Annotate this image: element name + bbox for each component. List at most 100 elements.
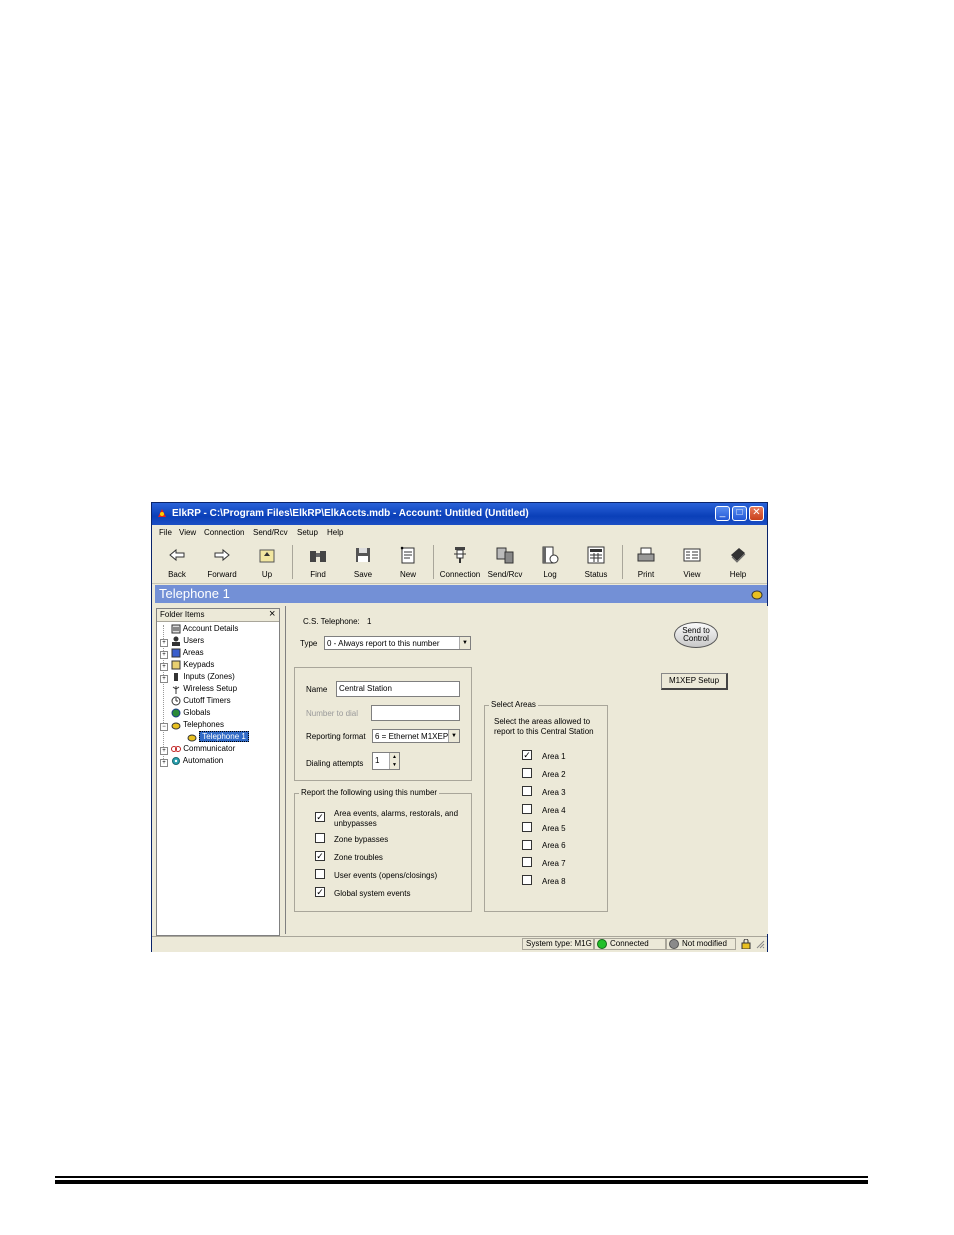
report-group-title: Report the following using this number bbox=[299, 788, 440, 797]
areas-icon bbox=[171, 648, 181, 658]
send-to-control-button[interactable]: Send to Control bbox=[674, 622, 718, 648]
close-button[interactable]: ✕ bbox=[749, 506, 764, 521]
status-modified: Not modified bbox=[666, 938, 736, 950]
toolbar: Back Forward Up Find Save New Connection bbox=[152, 541, 767, 584]
select-areas-description: Select the areas allowed to report to th… bbox=[494, 717, 594, 736]
help-book-icon bbox=[731, 548, 746, 563]
printer-icon bbox=[637, 547, 655, 562]
view-button[interactable]: View bbox=[680, 545, 704, 579]
folder-pane-title: Folder Items bbox=[160, 610, 205, 619]
report-user-events-checkbox[interactable] bbox=[315, 869, 325, 879]
tree-item-inputs[interactable]: Inputs (Zones) bbox=[171, 672, 235, 682]
status-bar: System type: M1G Connected Not modified bbox=[152, 936, 767, 952]
expand-communicator-icon[interactable]: + bbox=[160, 747, 168, 755]
sendrcv-button[interactable]: Send/Rcv bbox=[487, 545, 523, 579]
tree-item-keypads[interactable]: Keypads bbox=[171, 660, 214, 670]
expand-keypads-icon[interactable]: + bbox=[160, 663, 168, 671]
folder-pane-close-icon[interactable]: × bbox=[269, 608, 275, 620]
back-button[interactable]: Back bbox=[162, 545, 192, 579]
m1xep-setup-button[interactable]: M1XEP Setup bbox=[661, 673, 728, 690]
content-pane: C.S. Telephone: 1 Type 0 - Always report… bbox=[285, 606, 768, 934]
help-button[interactable]: Help bbox=[726, 545, 750, 579]
menu-help[interactable]: Help bbox=[327, 528, 343, 537]
new-button[interactable]: New bbox=[396, 545, 420, 579]
collapse-telephones-icon[interactable]: − bbox=[160, 723, 168, 731]
print-button[interactable]: Print bbox=[634, 545, 658, 579]
menu-file[interactable]: File bbox=[159, 528, 172, 537]
status-panel-icon bbox=[587, 546, 605, 564]
app-icon bbox=[156, 507, 168, 519]
reporting-format-label: Reporting format bbox=[306, 732, 366, 741]
status-button[interactable]: Status bbox=[582, 545, 610, 579]
forward-button[interactable]: Forward bbox=[204, 545, 240, 579]
tree-item-telephones[interactable]: Telephones bbox=[171, 720, 224, 730]
tree-item-account-details[interactable]: Account Details bbox=[171, 624, 238, 634]
area-7-checkbox[interactable] bbox=[522, 857, 532, 867]
expand-inputs-icon[interactable]: + bbox=[160, 675, 168, 683]
title-bar[interactable]: ElkRP - C:\Program Files\ElkRP\ElkAccts.… bbox=[152, 503, 767, 525]
menu-bar: File View Connection Send/Rcv Setup Help bbox=[152, 525, 767, 541]
tree-item-cutoff-timers[interactable]: Cutoff Timers bbox=[171, 696, 231, 706]
area-6-checkbox[interactable] bbox=[522, 840, 532, 850]
stepper-up-icon[interactable]: ▲ bbox=[389, 753, 399, 761]
expand-users-icon[interactable]: + bbox=[160, 639, 168, 647]
tree-item-telephone-1[interactable]: Telephone 1 bbox=[187, 731, 249, 743]
menu-connection[interactable]: Connection bbox=[204, 528, 244, 537]
tree-item-automation[interactable]: Automation bbox=[171, 756, 223, 766]
type-dropdown[interactable]: 0 - Always report to this number ▼ bbox=[324, 636, 471, 650]
folder-pane-header: Folder Items × bbox=[157, 608, 279, 622]
reporting-format-dropdown[interactable]: 6 = Ethernet M1XEP ▼ bbox=[372, 729, 460, 743]
save-button[interactable]: Save bbox=[350, 545, 376, 579]
up-folder-icon bbox=[259, 549, 275, 563]
dialing-attempts-stepper[interactable]: 1 ▲ ▼ bbox=[372, 752, 400, 770]
name-field[interactable]: Central Station bbox=[336, 681, 460, 697]
area-1-checkbox[interactable]: ✓ bbox=[522, 750, 532, 760]
back-arrow-icon bbox=[169, 548, 185, 562]
connection-button[interactable]: Connection bbox=[438, 545, 482, 579]
toolbar-separator bbox=[292, 545, 293, 579]
chevron-down-icon[interactable]: ▼ bbox=[448, 730, 459, 742]
cs-telephone-label: C.S. Telephone: bbox=[303, 617, 360, 626]
inputs-icon bbox=[174, 673, 178, 681]
area-5-checkbox[interactable] bbox=[522, 822, 532, 832]
wireless-antenna-icon bbox=[172, 686, 180, 694]
tree-item-areas[interactable]: Areas bbox=[171, 648, 204, 658]
menu-sendrcv[interactable]: Send/Rcv bbox=[253, 528, 288, 537]
resize-grip-icon[interactable] bbox=[755, 939, 765, 949]
connected-indicator-icon bbox=[597, 939, 607, 949]
find-button[interactable]: Find bbox=[304, 545, 332, 579]
tree-item-wireless-setup[interactable]: Wireless Setup bbox=[171, 684, 237, 694]
maximize-button[interactable]: □ bbox=[732, 506, 747, 521]
expand-areas-icon[interactable]: + bbox=[160, 651, 168, 659]
communicator-icon bbox=[171, 746, 181, 752]
expand-automation-icon[interactable]: + bbox=[160, 759, 168, 767]
report-global-events-checkbox[interactable]: ✓ bbox=[315, 887, 325, 897]
tree-item-users[interactable]: Users bbox=[171, 636, 204, 646]
tree-item-globals[interactable]: Globals bbox=[171, 708, 210, 718]
stepper-down-icon[interactable]: ▼ bbox=[389, 761, 399, 769]
dialing-attempts-label: Dialing attempts bbox=[306, 759, 364, 768]
report-zone-troubles-checkbox[interactable]: ✓ bbox=[315, 851, 325, 861]
report-user-events-label: User events (opens/closings) bbox=[334, 871, 438, 880]
menu-view[interactable]: View bbox=[179, 528, 196, 537]
area-8-checkbox[interactable] bbox=[522, 875, 532, 885]
tree-item-communicator[interactable]: Communicator bbox=[171, 744, 235, 754]
report-global-events-label: Global system events bbox=[334, 889, 411, 898]
number-to-dial-field[interactable] bbox=[371, 705, 460, 721]
floppy-disk-icon bbox=[356, 548, 370, 562]
report-area-events-checkbox[interactable]: ✓ bbox=[315, 812, 325, 822]
telephone-icon bbox=[751, 588, 763, 600]
area-3-checkbox[interactable] bbox=[522, 786, 532, 796]
globe-icon bbox=[171, 708, 181, 718]
report-zone-troubles-label: Zone troubles bbox=[334, 853, 383, 862]
log-button[interactable]: Log bbox=[539, 545, 561, 579]
up-button[interactable]: Up bbox=[255, 545, 279, 579]
report-zone-bypasses-checkbox[interactable] bbox=[315, 833, 325, 843]
minimize-button[interactable]: _ bbox=[715, 506, 730, 521]
menu-setup[interactable]: Setup bbox=[297, 528, 318, 537]
chevron-down-icon[interactable]: ▼ bbox=[459, 637, 470, 649]
area-2-checkbox[interactable] bbox=[522, 768, 532, 778]
area-4-checkbox[interactable] bbox=[522, 804, 532, 814]
report-area-events-label: Area events, alarms, restorals, and unby… bbox=[334, 809, 459, 828]
users-icon bbox=[172, 636, 180, 646]
